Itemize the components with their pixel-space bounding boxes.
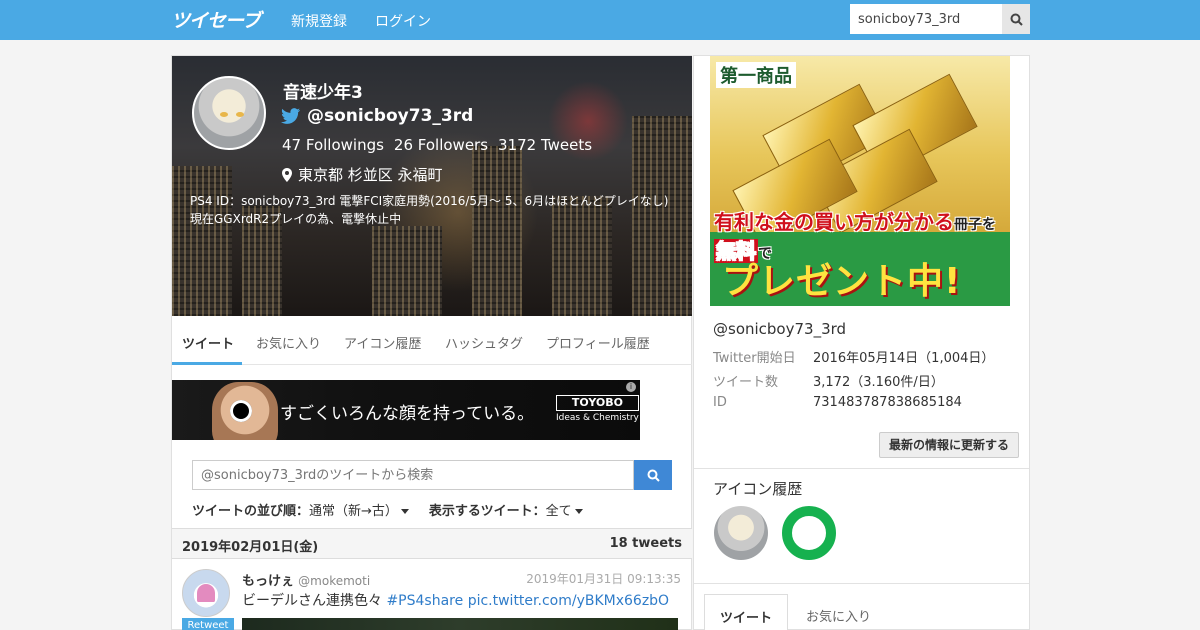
sort-order-label: ツイートの並び順： <box>192 504 310 519</box>
tab-icon-history[interactable]: アイコン履歴 <box>344 333 421 352</box>
retweet-badge: Retweet <box>182 618 234 630</box>
tab-favorites[interactable]: お気に入り <box>256 333 321 352</box>
show-filter-value: 全て <box>545 504 572 519</box>
icon-history-avatar[interactable] <box>782 506 836 560</box>
tweet-timestamp[interactable]: 2019年01月31日 09:13:35 <box>526 570 681 587</box>
tweet-search-button[interactable] <box>634 460 672 490</box>
tweet-author-name: もっけぇ <box>242 574 295 589</box>
city-background <box>172 166 232 316</box>
tweets-count: 3172 Tweets <box>498 136 593 154</box>
ad-text: すごくいろんな顔を持っている。 <box>280 404 535 424</box>
tweet-author[interactable]: もっけぇ @mokemoti <box>242 570 370 589</box>
date-header: 2019年02月01日(金) 18 tweets <box>172 528 692 559</box>
date-header-count: 18 tweets <box>609 536 682 551</box>
sidebar-ad-cta: プレゼント中! <box>722 261 962 302</box>
icon-history-title: アイコン履歴 <box>713 480 803 498</box>
caret-down-icon <box>574 509 583 514</box>
twitter-bird-icon <box>281 107 300 124</box>
sidebar-info-row: ID 731483787838685184 <box>713 395 962 410</box>
sidebar-ad-headline-part: の <box>794 210 814 234</box>
caret-down-icon <box>400 509 409 514</box>
sidebar-info-key: ツイート数 <box>713 375 779 390</box>
nav-signup-link[interactable]: 新規登録 <box>291 11 347 31</box>
search-icon <box>647 469 660 482</box>
tab-tweets[interactable]: ツイート <box>182 333 234 352</box>
ad-info-icon[interactable]: i <box>626 382 636 392</box>
sidebar-tab-favorites[interactable]: お気に入り <box>791 594 886 630</box>
show-filter-label: 表示するツイート： <box>428 504 546 519</box>
tweet-author-handle: @mokemoti <box>298 574 371 588</box>
header-search-button[interactable] <box>1002 4 1030 34</box>
map-pin-icon <box>282 167 292 182</box>
tweet-hashtag-link[interactable]: #PS4share <box>386 593 463 609</box>
profile-bio: PS4 ID：sonicboy73_3rd 電撃FCI家庭用勢(2016/5月～… <box>190 194 669 226</box>
sort-order-value: 通常（新→古） <box>309 504 398 519</box>
divider <box>694 583 1029 584</box>
profile-avatar[interactable] <box>192 76 266 150</box>
city-background <box>472 146 522 316</box>
site-logo[interactable]: ツイセーブ <box>171 6 261 33</box>
sidebar: 第一商品 有利な金の買い方が分かる冊子を無料で プレゼント中! @sonicbo… <box>693 55 1030 630</box>
profile-tabs: ツイート お気に入り アイコン履歴 ハッシュタグ プロフィール履歴 <box>172 317 692 365</box>
city-background <box>372 226 442 316</box>
search-icon <box>1010 13 1023 26</box>
profile-name: 音速少年3 <box>283 83 363 103</box>
ad-logo-text: TOYOBO <box>556 395 639 411</box>
profile-header: 音速少年3 @sonicboy73_3rd 47 Followings 26 F… <box>172 56 692 316</box>
tab-profile-history[interactable]: プロフィール履歴 <box>546 333 650 352</box>
tweet-media[interactable] <box>242 618 678 630</box>
tweet-filters: ツイートの並び順：通常（新→古） 表示するツイート：全て <box>192 500 583 519</box>
tweet-media-link[interactable]: pic.twitter.com/yBKMx66zbO <box>468 593 669 609</box>
sidebar-tabs: ツイート お気に入り <box>704 594 1024 630</box>
sidebar-info-key: Twitter開始日 <box>713 351 796 366</box>
active-tab-indicator <box>172 362 242 365</box>
date-header-date: 2019年02月01日(金) <box>182 540 319 555</box>
sidebar-info-key: ID <box>713 395 727 410</box>
top-navbar: ツイセーブ 新規登録 ログイン <box>0 0 1200 40</box>
sidebar-info-value: 731483787838685184 <box>813 395 962 410</box>
sidebar-info-row: ツイート数 3,172（3.160件/日） <box>713 371 944 390</box>
tab-hashtags[interactable]: ハッシュタグ <box>445 333 523 352</box>
followings-count: 47 Followings <box>282 136 384 154</box>
profile-handle-text: @sonicboy73_3rd <box>307 106 474 126</box>
ad-logo: TOYOBO Ideas & Chemistry <box>556 395 639 425</box>
sort-order-dropdown[interactable]: ツイートの並び順：通常（新→古） <box>192 500 409 519</box>
profile-stats: 47 Followings 26 Followers 3172 Tweets <box>282 136 592 154</box>
sidebar-ad-headline-part: 冊子を <box>954 217 996 233</box>
tweet-body: ビーデルさん連携色々 <box>242 593 387 609</box>
ad-logo-sub: Ideas & Chemistry <box>556 413 639 423</box>
sidebar-ad-brand: 第一商品 <box>716 62 796 88</box>
tweet-search-input[interactable] <box>192 460 634 490</box>
header-search <box>850 4 1030 34</box>
ad-face-image <box>212 382 278 440</box>
tweet-search <box>192 460 672 490</box>
main-column: 音速少年3 @sonicboy73_3rd 47 Followings 26 F… <box>171 55 692 630</box>
sidebar-tab-tweets[interactable]: ツイート <box>704 594 789 630</box>
profile-handle[interactable]: @sonicboy73_3rd <box>281 106 473 126</box>
sidebar-info-row: Twitter開始日 2016年05月14日（1,004日） <box>713 347 994 366</box>
sidebar-ad-headline-part: 金 <box>774 210 794 234</box>
sidebar-info-value: 2016年05月14日（1,004日） <box>813 351 995 366</box>
icon-history-avatar[interactable] <box>714 506 768 560</box>
sidebar-ad-headline-part: 有利な <box>714 210 774 234</box>
profile-location-text: 東京都 杉並区 永福町 <box>298 166 443 184</box>
profile-location: 東京都 杉並区 永福町 <box>282 164 443 185</box>
sidebar-info-value: 3,172（3.160件/日） <box>813 375 944 390</box>
header-search-input[interactable] <box>850 4 1002 34</box>
banner-ad[interactable]: すごくいろんな顔を持っている。 TOYOBO Ideas & Chemistry… <box>172 380 640 440</box>
followers-count: 26 Followers <box>393 136 489 154</box>
divider <box>694 468 1029 469</box>
nav-login-link[interactable]: ログイン <box>375 11 431 31</box>
sidebar-ad-headline-part: 買い方が分かる <box>814 210 954 234</box>
sidebar-handle: @sonicboy73_3rd <box>713 320 847 338</box>
show-filter-dropdown[interactable]: 表示するツイート：全て <box>429 500 583 519</box>
update-info-button[interactable]: 最新の情報に更新する <box>878 432 1019 458</box>
sidebar-ad[interactable]: 第一商品 有利な金の買い方が分かる冊子を無料で プレゼント中! <box>710 56 1010 306</box>
tweet-avatar[interactable] <box>182 569 230 617</box>
tweet-text: ビーデルさん連携色々 #PS4share pic.twitter.com/yBK… <box>242 590 669 610</box>
